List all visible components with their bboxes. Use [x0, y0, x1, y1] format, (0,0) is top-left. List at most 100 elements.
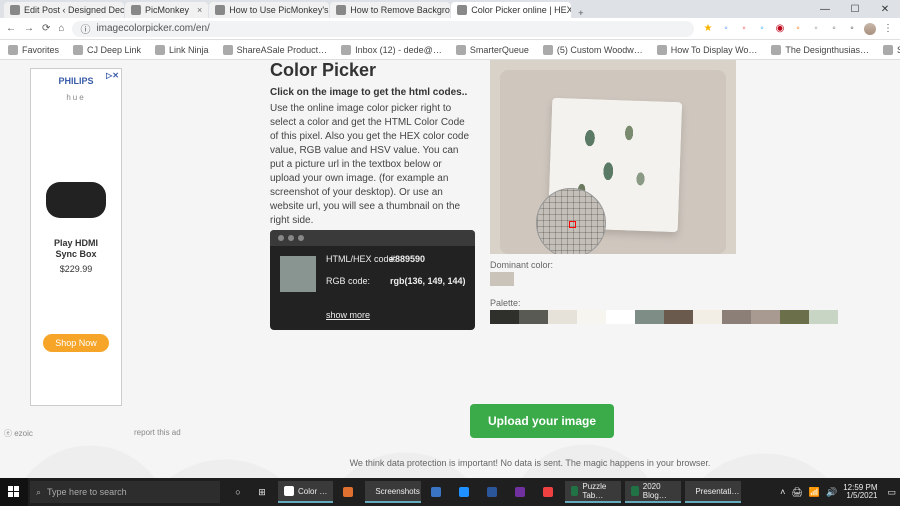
- home-button[interactable]: ⌂: [58, 23, 64, 34]
- report-ad-link[interactable]: report this ad: [134, 428, 181, 437]
- palette-swatch[interactable]: [635, 310, 664, 324]
- ad-product-image: [46, 182, 106, 218]
- ad-brand-text: PHILIPS: [58, 76, 93, 86]
- rgb-value[interactable]: rgb(136, 149, 144): [390, 276, 466, 288]
- bookmark-item[interactable]: SmarterQueue: [456, 45, 529, 55]
- notifications-icon[interactable]: ▭: [887, 487, 896, 498]
- bookmark-label: How To Display Wo…: [671, 45, 758, 55]
- back-button[interactable]: ←: [6, 23, 16, 34]
- palette-swatch[interactable]: [548, 310, 577, 324]
- palette-swatch[interactable]: [519, 310, 548, 324]
- taskbar-app[interactable]: [509, 481, 533, 503]
- tray-expand-icon[interactable]: ˄: [780, 487, 785, 497]
- hex-value[interactable]: #889590: [390, 254, 466, 266]
- windows-taskbar: ⌕ Type here to search ○ ⊞ Color … Screens…: [0, 478, 900, 506]
- taskview-icon[interactable]: ⊞: [250, 478, 274, 506]
- bookmark-item[interactable]: Inbox (12) - dede@…: [341, 45, 442, 55]
- tab-title: Edit Post ‹ Designed Decor — W…: [24, 5, 124, 15]
- ezoic-badge[interactable]: ⓔ ezoic: [4, 428, 33, 439]
- tab-title: How to Use PicMonkey's Design…: [229, 5, 329, 15]
- bookmark-item[interactable]: Link Ninja: [155, 45, 209, 55]
- palette-swatch[interactable]: [751, 310, 780, 324]
- bookmark-item[interactable]: (5) Custom Woodw…: [543, 45, 643, 55]
- taskbar-app[interactable]: [337, 481, 361, 503]
- sidebar-ad[interactable]: PHILIPS ▷✕ hue Play HDMISync Box $229.99…: [30, 68, 122, 406]
- bookmark-icon: [456, 45, 466, 55]
- color-picker-image[interactable]: [490, 60, 736, 254]
- magnifier-icon[interactable]: [536, 188, 606, 254]
- ext-icon[interactable]: ◦: [792, 23, 804, 35]
- ad-close-icon[interactable]: ▷✕: [106, 71, 119, 80]
- taskbar-app[interactable]: [481, 481, 505, 503]
- palette-swatch[interactable]: [606, 310, 635, 324]
- wifi-icon[interactable]: 📶: [809, 487, 820, 498]
- taskbar-clock[interactable]: 12:59 PM 1/5/2021: [843, 484, 881, 500]
- ext-icon[interactable]: ◦: [810, 23, 822, 35]
- bookmark-item[interactable]: How To Display Wo…: [657, 45, 758, 55]
- show-more-link[interactable]: show more: [326, 310, 370, 320]
- address-bar[interactable]: ⓘ imagecolorpicker.com/en/: [72, 21, 694, 37]
- taskbar-search[interactable]: ⌕ Type here to search: [30, 481, 220, 503]
- menu-button[interactable]: ⋮: [882, 23, 894, 35]
- browser-tab[interactable]: Edit Post ‹ Designed Decor — W…×: [4, 2, 124, 18]
- new-tab-button[interactable]: +: [572, 8, 589, 18]
- ext-icon[interactable]: ◦: [738, 23, 750, 35]
- browser-tab-active[interactable]: Color Picker online | HEX Col…×: [451, 2, 571, 18]
- bookmark-item[interactable]: CJ Deep Link: [73, 45, 141, 55]
- code-values: #889590 rgb(136, 149, 144): [390, 254, 466, 287]
- taskbar-app[interactable]: Screenshots: [365, 481, 421, 503]
- minimize-button[interactable]: —: [810, 0, 840, 18]
- palette-swatch[interactable]: [722, 310, 751, 324]
- close-icon[interactable]: ×: [197, 5, 202, 15]
- browser-toolbar: ← → ⟳ ⌂ ⓘ imagecolorpicker.com/en/ ★ ◦ ◦…: [0, 18, 900, 40]
- browser-tab[interactable]: PicMonkey×: [125, 2, 208, 18]
- profile-avatar[interactable]: [864, 23, 876, 35]
- reload-button[interactable]: ⟳: [42, 23, 50, 34]
- forward-button[interactable]: →: [24, 23, 34, 34]
- close-window-button[interactable]: ✕: [870, 0, 900, 18]
- palette-swatch[interactable]: [490, 310, 519, 324]
- dominant-color-swatch[interactable]: [490, 272, 514, 286]
- bookmark-item[interactable]: Favorites: [8, 45, 59, 55]
- bookmark-icon: [341, 45, 351, 55]
- app-icon: [543, 487, 553, 497]
- cortana-icon[interactable]: ○: [226, 478, 250, 506]
- site-info-icon[interactable]: ⓘ: [80, 21, 90, 36]
- favicon-icon: [336, 5, 346, 15]
- palette-swatch[interactable]: [780, 310, 809, 324]
- maximize-button[interactable]: ☐: [840, 0, 870, 18]
- star-icon[interactable]: ★: [702, 23, 714, 35]
- palette-swatch[interactable]: [693, 310, 722, 324]
- ad-price: $229.99: [60, 264, 93, 274]
- bookmark-item[interactable]: The Designthusias…: [771, 45, 869, 55]
- taskbar-app[interactable]: 2020 Blog…: [625, 481, 681, 503]
- tray-icon[interactable]: 🖨: [791, 487, 802, 498]
- taskbar-app[interactable]: [453, 481, 477, 503]
- ext-icon[interactable]: ◦: [846, 23, 858, 35]
- palette-swatch[interactable]: [809, 310, 838, 324]
- palette-swatch[interactable]: [664, 310, 693, 324]
- upload-image-button[interactable]: Upload your image: [470, 404, 614, 438]
- bookmark-item[interactable]: Society 6 Start to Fi…: [883, 45, 900, 55]
- ext-icon[interactable]: ◦: [828, 23, 840, 35]
- ext-icon[interactable]: ◦: [756, 23, 768, 35]
- ad-product-title: Play HDMISync Box: [54, 238, 98, 260]
- ad-shop-button[interactable]: Shop Now: [43, 334, 109, 352]
- palette-swatch[interactable]: [577, 310, 606, 324]
- bookmark-icon: [771, 45, 781, 55]
- ext-icon[interactable]: ◦: [720, 23, 732, 35]
- selected-color-swatch: [280, 256, 316, 292]
- taskbar-app[interactable]: Presentati…: [685, 481, 741, 503]
- bookmark-label: SmarterQueue: [470, 45, 529, 55]
- volume-icon[interactable]: 🔊: [826, 487, 837, 498]
- bookmark-item[interactable]: ShareASale Product…: [223, 45, 328, 55]
- taskbar-app[interactable]: Color …: [278, 481, 333, 503]
- taskbar-app[interactable]: [425, 481, 449, 503]
- start-button[interactable]: [0, 478, 28, 506]
- browser-tab[interactable]: How to Use PicMonkey's Design…×: [209, 2, 329, 18]
- taskbar-app[interactable]: Puzzle Tab…: [565, 481, 621, 503]
- taskbar-app[interactable]: [537, 481, 561, 503]
- browser-tab[interactable]: How to Remove Backgrounds fr…×: [330, 2, 450, 18]
- taskbar-system-icons: ○ ⊞: [226, 478, 274, 506]
- ext-icon[interactable]: ◉: [774, 23, 786, 35]
